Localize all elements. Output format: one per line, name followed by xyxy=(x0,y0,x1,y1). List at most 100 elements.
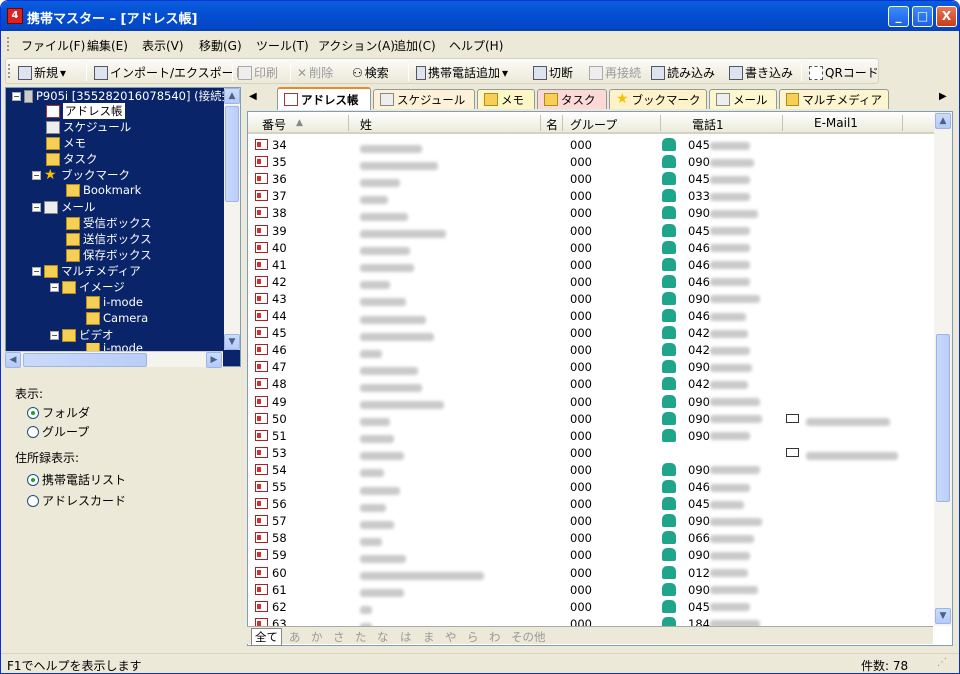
search-button[interactable]: ⚇ 検索 xyxy=(352,64,389,81)
tab-schedule[interactable]: スケジュール xyxy=(373,89,475,109)
collapse-icon[interactable]: − xyxy=(32,266,41,276)
column-divider[interactable] xyxy=(540,115,541,131)
table-row[interactable]: 54 000 090 xyxy=(248,462,934,479)
tree-item-memo[interactable]: メモ xyxy=(46,135,86,151)
write-button[interactable]: 書き込み xyxy=(729,64,793,81)
tab-memo[interactable]: メモ xyxy=(477,89,535,109)
scroll-thumb[interactable] xyxy=(23,353,147,367)
maximize-button[interactable]: □ xyxy=(912,6,933,27)
tree-item-address-book[interactable]: アドレス帳 xyxy=(46,103,125,119)
kana-tab-ra[interactable]: ら xyxy=(467,629,479,645)
table-row[interactable]: 49 000 090 xyxy=(248,394,934,411)
table-row[interactable]: 56 000 045 xyxy=(248,496,934,513)
table-row[interactable]: 43 000 090 xyxy=(248,291,934,308)
qr-code-button[interactable]: QRコード xyxy=(809,64,879,81)
table-row[interactable]: 35 000 090 xyxy=(248,154,934,171)
table-row[interactable]: 57 000 090 xyxy=(248,513,934,530)
read-button[interactable]: 読み込み xyxy=(651,64,715,81)
tree-item-bookmark-folder[interactable]: Bookmark xyxy=(66,183,141,197)
kana-tab-ta[interactable]: た xyxy=(355,629,367,645)
table-row[interactable]: 38 000 090 xyxy=(248,205,934,222)
column-email1[interactable]: E-Mail1 xyxy=(814,116,858,130)
tab-bookmark[interactable]: ★ ブックマーク xyxy=(609,89,707,109)
table-row[interactable]: 58 000 066 xyxy=(248,530,934,547)
collapse-icon[interactable]: − xyxy=(12,91,21,101)
tab-scroll-right-icon[interactable]: ▶ xyxy=(939,91,947,102)
group-radio[interactable]: グループ xyxy=(27,423,89,440)
kana-tab-sa[interactable]: さ xyxy=(333,629,345,645)
column-divider[interactable] xyxy=(660,115,661,131)
table-row[interactable]: 51 000 090 xyxy=(248,428,934,445)
table-row[interactable]: 36 000 045 xyxy=(248,171,934,188)
menu-go[interactable]: 移動(G) xyxy=(199,37,242,54)
tree-root[interactable]: − P905i [355282016078540] (接続完 xyxy=(12,88,233,104)
tree-item-task[interactable]: タスク xyxy=(46,151,98,167)
radio-selected-icon[interactable] xyxy=(27,473,39,486)
tab-address-book[interactable]: アドレス帳 xyxy=(277,87,371,110)
tree-item-saved[interactable]: 保存ボックス xyxy=(66,247,152,263)
scroll-up-icon[interactable]: ▲ xyxy=(224,88,240,104)
table-row[interactable]: 41 000 046 xyxy=(248,257,934,274)
table-row[interactable]: 39 000 045 xyxy=(248,223,934,240)
reconnect-button[interactable]: 再接続 xyxy=(589,64,641,81)
column-divider[interactable] xyxy=(902,115,903,131)
kana-tab-ka[interactable]: か xyxy=(311,629,323,645)
folder-radio[interactable]: フォルダ xyxy=(27,404,90,421)
tab-multimedia[interactable]: マルチメディア xyxy=(779,89,889,109)
scroll-up-icon[interactable]: ▲ xyxy=(935,113,951,129)
kana-tab-wa[interactable]: わ xyxy=(489,629,501,645)
tree-item-schedule[interactable]: スケジュール xyxy=(46,119,131,135)
kana-tab-ma[interactable]: ま xyxy=(423,629,435,645)
tab-mail[interactable]: メール xyxy=(709,89,777,109)
scroll-down-icon[interactable]: ▼ xyxy=(224,334,240,350)
tree-item-camera[interactable]: Camera xyxy=(86,311,148,325)
table-row[interactable]: 60 000 012 xyxy=(248,565,934,582)
chevron-down-icon[interactable]: ▾ xyxy=(60,66,66,80)
close-button[interactable]: X xyxy=(936,6,957,27)
collapse-icon[interactable]: − xyxy=(32,170,41,180)
column-phone1[interactable]: 電話1 xyxy=(692,116,724,133)
table-row[interactable]: 50 000 090 xyxy=(248,411,934,428)
radio-icon[interactable] xyxy=(27,425,39,438)
menu-grip[interactable] xyxy=(7,37,10,51)
kana-tab-all[interactable]: 全て xyxy=(251,628,282,646)
table-row[interactable]: 42 000 046 xyxy=(248,274,934,291)
scroll-down-icon[interactable]: ▼ xyxy=(935,608,951,624)
tree-item-sent[interactable]: 送信ボックス xyxy=(66,231,152,247)
table-row[interactable]: 40 000 046 xyxy=(248,240,934,257)
scroll-thumb[interactable] xyxy=(225,106,239,202)
add-phone-button[interactable]: 携帯電話追加 ▾ xyxy=(416,64,508,81)
new-button[interactable]: 新規 ▾ xyxy=(18,64,66,81)
collapse-icon[interactable]: − xyxy=(32,202,41,212)
table-row[interactable]: 44 000 046 xyxy=(248,308,934,325)
tree-item-bookmark[interactable]: − ★ ブックマーク xyxy=(32,167,130,183)
table-row[interactable]: 46 000 042 xyxy=(248,342,934,359)
disconnect-button[interactable]: 切断 xyxy=(533,64,573,81)
table-row[interactable]: 55 000 046 xyxy=(248,479,934,496)
list-vscroll[interactable]: ▲ ▼ xyxy=(934,112,952,626)
tree-item-image[interactable]: − イメージ xyxy=(50,279,125,295)
column-divider[interactable] xyxy=(782,115,783,131)
menu-edit[interactable]: 編集(E) xyxy=(87,37,128,54)
table-row[interactable]: 34 000 045 xyxy=(248,137,934,154)
tab-scroll-left-icon[interactable]: ◀ xyxy=(249,91,257,102)
table-row[interactable]: 47 000 090 xyxy=(248,359,934,376)
column-divider[interactable] xyxy=(562,115,563,131)
minimize-button[interactable]: _ xyxy=(888,6,909,27)
tree-item-mail[interactable]: − メール xyxy=(32,199,96,215)
import-export-button[interactable]: インポート/エクスポート xyxy=(94,64,246,81)
tab-task[interactable]: タスク xyxy=(537,89,607,109)
kana-tab-ya[interactable]: や xyxy=(445,629,457,645)
scroll-thumb[interactable] xyxy=(936,334,950,502)
tree-item-image-imode[interactable]: i-mode xyxy=(86,295,143,309)
menu-action[interactable]: アクション(A) xyxy=(318,37,395,54)
radio-icon[interactable] xyxy=(27,494,39,507)
column-last-name[interactable]: 姓 xyxy=(360,116,372,133)
address-card-radio[interactable]: アドレスカード xyxy=(27,492,126,509)
collapse-icon[interactable]: − xyxy=(50,330,59,340)
menu-tools[interactable]: ツール(T) xyxy=(256,37,309,54)
print-button[interactable]: 印刷 xyxy=(238,64,278,81)
scroll-right-icon[interactable]: ▶ xyxy=(206,352,222,368)
table-row[interactable]: 59 000 090 xyxy=(248,547,934,564)
radio-selected-icon[interactable] xyxy=(27,406,39,419)
